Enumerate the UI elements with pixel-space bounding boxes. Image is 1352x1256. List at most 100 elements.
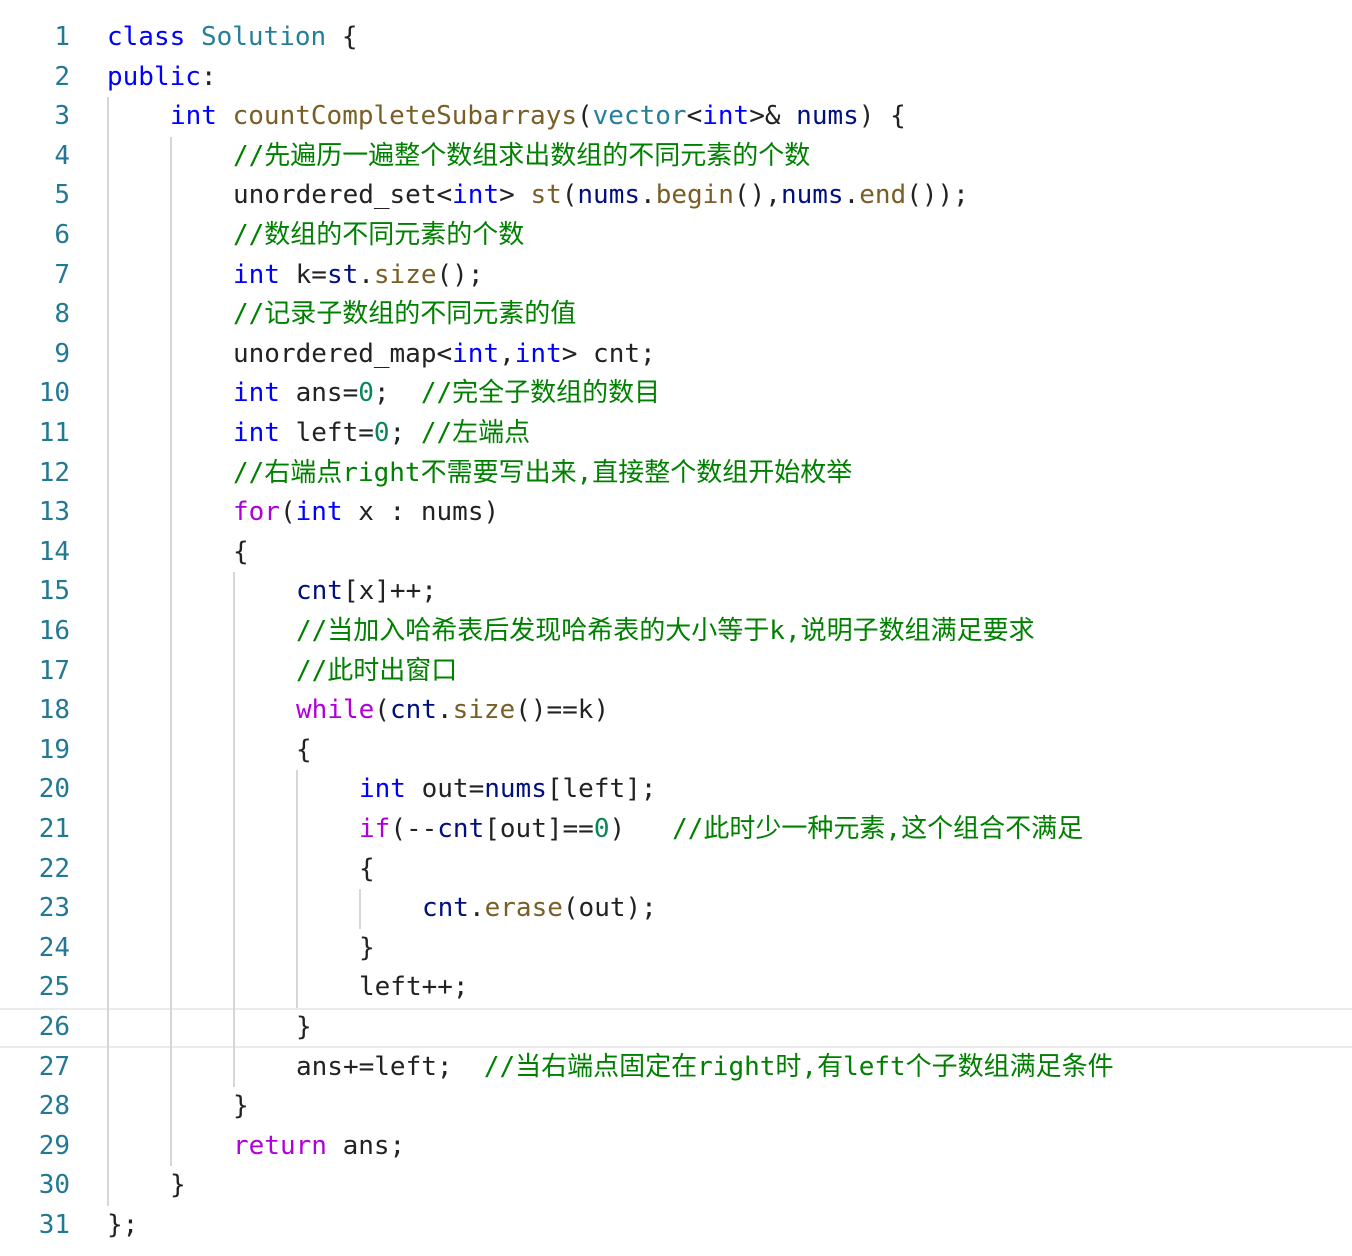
code-line[interactable]: 7 int k=st.size(); (0, 256, 1352, 296)
code-token: (out); (562, 893, 657, 924)
code-token: vector (592, 101, 687, 132)
code-token: } (233, 1091, 249, 1122)
code-line[interactable]: 30} (0, 1166, 1352, 1206)
code-text: } (296, 1010, 312, 1046)
code-line[interactable]: 25 left++; (0, 968, 1352, 1008)
line-number: 4 (54, 140, 70, 171)
code-line[interactable]: 18 while(cnt.size()==k) (0, 691, 1352, 731)
code-text: //记录子数组的不同元素的值 (233, 295, 576, 335)
code-token: st (326, 259, 359, 290)
code-token: //当右端点固定在right时,有left个子数组满足条件 (483, 1051, 1114, 1082)
code-line[interactable]: 11 int left=0; //左端点 (0, 414, 1352, 454)
code-token: > (499, 180, 531, 211)
code-text: while(cnt.size()==k) (296, 691, 609, 731)
code-line[interactable]: 12 //右端点right不需要写出来,直接整个数组开始枚举 (0, 454, 1352, 494)
code-line[interactable]: 3 int countCompleteSubarrays(vector<int>&… (0, 97, 1352, 137)
code-token: cnt (422, 893, 469, 924)
code-token: , (499, 338, 515, 369)
line-number: 16 (38, 616, 70, 646)
code-token: ( (561, 180, 578, 211)
code-token: . (436, 695, 453, 726)
code-text: } (170, 1166, 186, 1206)
line-number: 6 (54, 220, 70, 250)
line-number: 15 (38, 576, 70, 607)
code-line[interactable]: 17 //此时出窗口 (0, 652, 1352, 692)
code-token: int (514, 338, 562, 369)
code-line[interactable]: 10 int ans=0; //完全子数组的数目 (0, 374, 1352, 414)
code-token: int (295, 497, 343, 528)
line-number: 19 (38, 734, 70, 765)
code-token: ()); (906, 180, 969, 211)
code-token: //记录子数组的不同元素的值 (233, 299, 577, 330)
code-line[interactable]: 23 cnt.erase(out); (0, 889, 1352, 929)
indent-guide (107, 97, 109, 1206)
code-token: >& (749, 101, 797, 132)
code-token: //右端点right不需要写出来,直接整个数组开始枚举 (233, 457, 853, 488)
code-line[interactable]: 8 //记录子数组的不同元素的值 (0, 295, 1352, 335)
code-line[interactable]: 29 return ans; (0, 1127, 1352, 1167)
code-line[interactable]: 27 ans+=left; //当右端点固定在right时,有left个子数组满足… (0, 1048, 1352, 1088)
code-token: //此时少一种元素,这个组合不满足 (672, 814, 1084, 844)
code-token: class (107, 22, 186, 52)
code-line[interactable]: 31}; (0, 1206, 1352, 1246)
code-text: public: (107, 58, 217, 98)
code-token: size (452, 695, 516, 726)
line-number: 1 (54, 22, 70, 52)
code-token: . (843, 180, 860, 211)
code-token: nums (780, 180, 844, 211)
code-token: ( (577, 101, 593, 132)
code-line[interactable]: 24} (0, 929, 1352, 969)
code-line[interactable]: 21 if(--cnt[out]==0) //此时少一种元素,这个组合不满足 (0, 810, 1352, 850)
code-line[interactable]: 26} (0, 1008, 1352, 1048)
code-line[interactable]: 13 for(int x : nums) (0, 493, 1352, 533)
code-text: //当加入哈希表后发现哈希表的大小等于k,说明子数组满足要求 (296, 612, 1035, 652)
code-editor[interactable]: 1 class Solution {2 public: 3 int countCompl… (0, 0, 1352, 1256)
code-text: }; (107, 1206, 138, 1246)
code-line[interactable]: 2 public: (0, 58, 1352, 98)
line-number: 22 (38, 853, 70, 884)
code-token: } (296, 1012, 312, 1042)
code-token: left++; (359, 972, 469, 1003)
line-number: 7 (54, 259, 70, 290)
code-token: for (233, 497, 280, 528)
code-line[interactable]: 19 { (0, 731, 1352, 771)
code-line[interactable]: 6 //数组的不同元素的个数 (0, 216, 1352, 256)
code-token: int (702, 101, 750, 132)
code-text: class Solution { (107, 18, 357, 58)
code-token: nums (577, 180, 641, 211)
code-token: < (686, 101, 703, 132)
code-line[interactable]: 16 //当加入哈希表后发现哈希表的大小等于k,说明子数组满足要求 (0, 612, 1352, 652)
code-token: [left]; (546, 774, 657, 805)
code-token: [x]++; (342, 576, 437, 607)
code-token: ( (374, 695, 390, 726)
code-token: ans; (326, 1130, 406, 1161)
indent-guide (359, 889, 361, 929)
code-token: left= (279, 418, 374, 448)
line-number: 26 (38, 1012, 70, 1042)
code-token: //左端点 (420, 418, 531, 448)
code-line[interactable]: 28} (0, 1087, 1352, 1127)
code-token: end (859, 180, 907, 211)
code-text: int left=0; //左端点 (233, 414, 530, 454)
code-text: } (233, 1087, 249, 1127)
code-line[interactable]: 4 //先遍历一遍整个数组求出数组的不同元素的个数 (0, 137, 1352, 177)
code-line[interactable]: 20 int out=nums[left]; (0, 770, 1352, 810)
code-line[interactable]: 14 { (0, 533, 1352, 573)
line-number: 27 (38, 1051, 70, 1082)
code-token: //先遍历一遍整个数组求出数组的不同元素的个数 (233, 140, 811, 171)
code-token: 0 (358, 378, 374, 409)
code-line[interactable]: 15 cnt[x]++; (0, 572, 1352, 612)
code-line[interactable]: 5 unordered_set<int> st(nums.begin(),nums… (0, 176, 1352, 216)
code-line[interactable]: 9 unordered_map<int,int> cnt; (0, 335, 1352, 375)
code-token: int (233, 259, 280, 290)
code-token: int (359, 774, 406, 805)
code-token: cnt (437, 814, 485, 844)
code-token: nums (484, 774, 547, 805)
code-token: ans= (279, 378, 359, 409)
code-token: . (640, 180, 656, 211)
code-line[interactable]: 22 { (0, 850, 1352, 890)
code-line[interactable]: 1 class Solution { (0, 18, 1352, 58)
code-text: cnt.erase(out); (422, 889, 657, 929)
code-token: //数组的不同元素的个数 (233, 220, 525, 250)
